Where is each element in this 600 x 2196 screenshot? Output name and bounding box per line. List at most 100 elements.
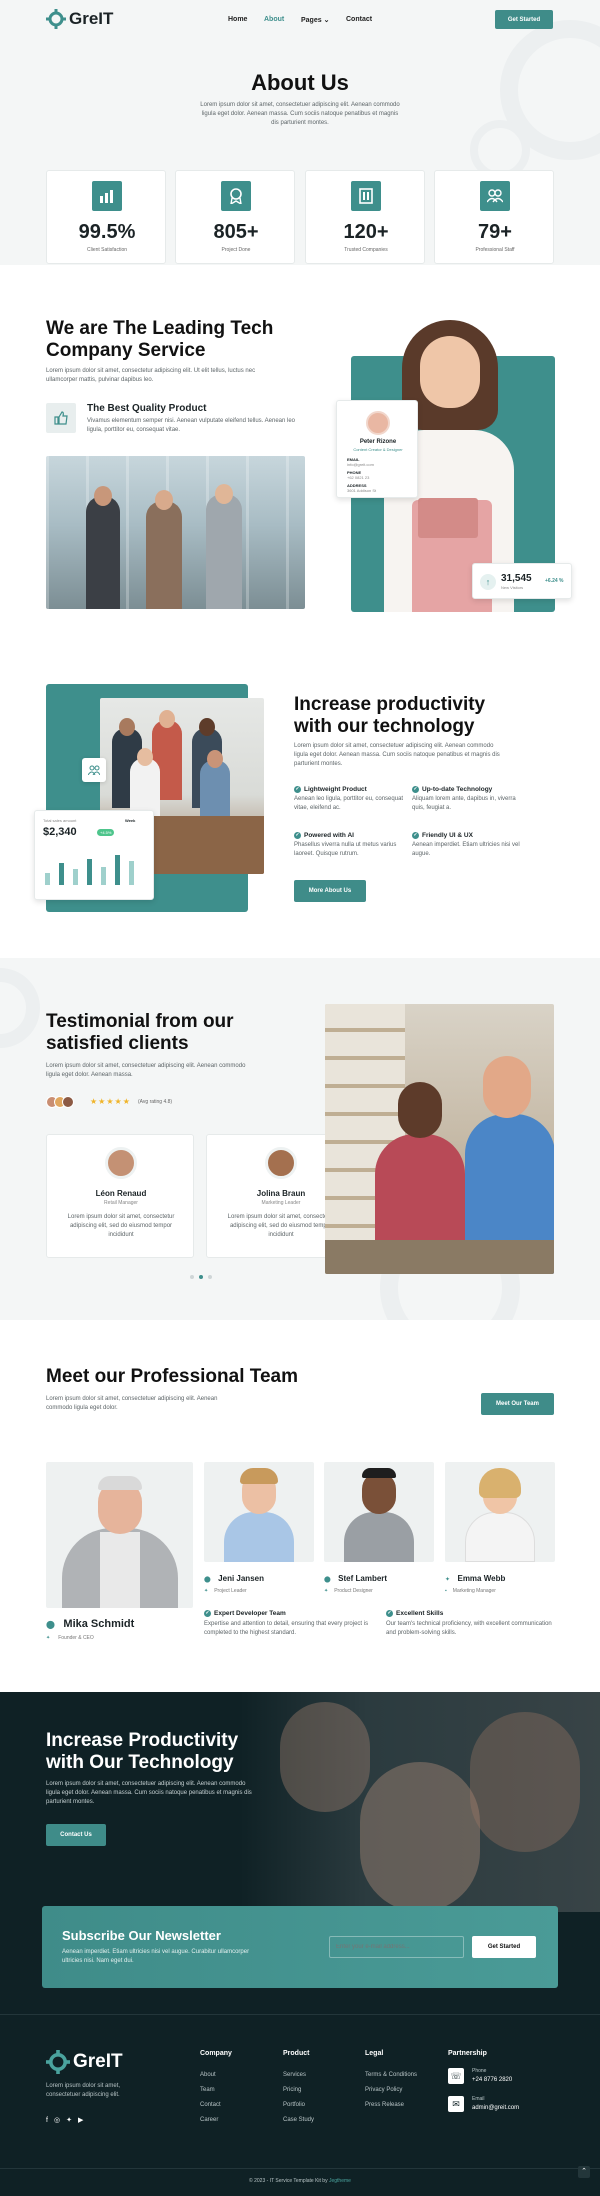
footer-link[interactable]: About — [200, 2072, 216, 2078]
carousel-dot[interactable] — [208, 1275, 212, 1279]
thumbs-up-icon — [46, 403, 76, 433]
email-label: Email — [472, 2096, 485, 2102]
team-member-photo — [324, 1462, 434, 1562]
nav-pages-label: Pages — [301, 17, 322, 24]
profile-field-value: 3601 Addison St — [347, 488, 377, 493]
team-member-photo — [445, 1462, 555, 1562]
footer-link[interactable]: Career — [200, 2117, 218, 2123]
linkedin-icon[interactable]: ▪ — [445, 1588, 447, 1594]
github-icon[interactable]: ⬤ — [204, 1577, 211, 1583]
nav-contact[interactable]: Contact — [346, 16, 372, 23]
github-icon[interactable]: ⬤ — [46, 1620, 55, 1629]
testimonial-quote: Lorem ipsum dolor sit amet, consectetur … — [67, 1214, 175, 1238]
get-started-button[interactable]: Get Started — [495, 10, 553, 29]
avatar-stack — [46, 1096, 86, 1108]
check-icon: ✓ — [204, 1610, 211, 1617]
team-title: Meet our Professional Team — [46, 1366, 298, 1387]
visitors-badge: ↑ 31,545 New Visitors +6.24 % — [472, 563, 572, 599]
twitter-icon[interactable]: ✦ — [204, 1588, 208, 1594]
footer-link[interactable]: Press Release — [365, 2102, 404, 2108]
member-name: Jeni Jansen — [218, 1574, 264, 1583]
visitors-value: 31,545 — [501, 573, 532, 584]
footer-link[interactable]: Team — [200, 2087, 215, 2093]
credit-link[interactable]: Jegtheme — [329, 2178, 351, 2184]
footer-link[interactable]: Portfolio — [283, 2102, 305, 2108]
facebook-icon[interactable]: f — [46, 2117, 54, 2124]
carousel-dot[interactable] — [190, 1275, 194, 1279]
member-name: Mika Schmidt — [63, 1618, 135, 1630]
feature-item-desc: Phasellus viverra nulla ut metus varius … — [294, 842, 397, 858]
scroll-top-button[interactable]: ⌃ — [578, 2166, 590, 2178]
feature-title: The Best Quality Product — [87, 403, 207, 414]
phone-icon: ☏ — [448, 2068, 464, 2084]
footer-link[interactable]: Pricing — [283, 2087, 301, 2093]
footer-col-title: Partnership — [448, 2050, 487, 2057]
feature-item-title: Lightweight Product — [304, 786, 367, 794]
sales-widget: Total sales amount Week $2,340 +4.5% — [34, 810, 154, 900]
widget-value: $2,340 — [43, 826, 77, 838]
productivity-description: Lorem ipsum dolor sit amet, consectetuer… — [294, 743, 500, 767]
nav-pages[interactable]: Pages ⌄ — [301, 16, 329, 24]
banner-description: Lorem ipsum dolor sit amet, consectetuer… — [46, 1781, 252, 1805]
email-input[interactable] — [329, 1936, 464, 1958]
chevron-down-icon: ⌄ — [323, 17, 330, 24]
stat-value: 99.5% — [78, 221, 136, 243]
newsletter-description: Aenean imperdiet. Etiam ultricies nisi v… — [62, 1949, 250, 1964]
carousel-dot-active[interactable] — [199, 1275, 203, 1279]
nav-about[interactable]: About — [264, 16, 284, 23]
profile-card: Peter Rizone Content Creator & Designer … — [336, 400, 418, 498]
twitter-icon[interactable]: ✦ — [324, 1588, 328, 1594]
logo[interactable]: GreIT — [46, 9, 113, 29]
more-about-us-button[interactable]: More About Us — [294, 880, 366, 902]
stat-card: 79+ Professional Staff — [434, 170, 554, 264]
skill-title: Expert Developer Team — [214, 1610, 286, 1618]
instagram-icon[interactable]: ◎ — [54, 2117, 66, 2124]
newsletter-title: Subscribe Our Newsletter — [62, 1928, 221, 1943]
copyright: © 2023 - IT Service Template Kit by Jegt… — [0, 2178, 600, 2184]
leading-description: Lorem ipsum dolor sit amet, consectetur … — [46, 368, 256, 383]
stat-card: 99.5% Client Satisfaction — [46, 170, 166, 264]
check-icon: ✓ — [294, 786, 301, 793]
footer-logo[interactable]: GreIT — [46, 2050, 123, 2074]
testimonial-quote: Lorem ipsum dolor sit amet, consectetur … — [227, 1214, 335, 1238]
nav-home[interactable]: Home — [228, 16, 247, 23]
footer-link[interactable]: Services — [283, 2072, 306, 2078]
footer-link[interactable]: Terms & Conditions — [365, 2072, 417, 2078]
skill-item: ✓ Expert Developer Team Expertise and atte… — [204, 1610, 374, 1638]
twitter-icon[interactable]: ✦ — [46, 1635, 50, 1641]
skill-desc: Our team's technical proficiency, with e… — [386, 1621, 552, 1637]
feature-item-title: Powered with AI — [304, 832, 354, 840]
member-role: Marketing Manager — [452, 1588, 496, 1594]
team-member-photo — [204, 1462, 314, 1562]
member-role: Product Designer — [334, 1588, 373, 1594]
visitors-label: New Visitors — [501, 585, 524, 590]
widget-bars — [43, 851, 147, 891]
twitter-icon[interactable]: ✦ — [445, 1577, 450, 1583]
profile-role: Content Creator & Designer — [353, 447, 403, 452]
feature-item: ✓ Up-to-date Technology Aliquam lorem ante… — [412, 786, 522, 813]
phone-value[interactable]: +24 8776 2820 — [472, 2077, 512, 2083]
footer-link[interactable]: Case Study — [283, 2117, 314, 2123]
stat-value: 120+ — [343, 221, 389, 243]
widget-period-select[interactable]: Week — [125, 818, 135, 823]
twitter-icon[interactable]: ✦ — [66, 2117, 78, 2124]
stat-label: Project Done — [221, 247, 251, 253]
feature-item: ✓ Lightweight Product Aenean leo ligula, p… — [294, 786, 404, 813]
contact-us-button[interactable]: Contact Us — [46, 1824, 106, 1846]
email-value[interactable]: admin@greit.com — [472, 2105, 519, 2111]
check-icon: ✓ — [294, 832, 301, 839]
widget-label: Total sales amount — [43, 818, 77, 823]
team-member: ⬤ Mika Schmidt ✦ Founder & CEO — [46, 1614, 134, 1641]
footer-brand-name: GreIT — [73, 2051, 123, 2072]
widget-tag: +4.5% — [97, 829, 115, 836]
newsletter-submit-button[interactable]: Get Started — [472, 1936, 536, 1958]
avatar — [265, 1147, 297, 1179]
footer-link[interactable]: Privacy Policy — [365, 2087, 402, 2093]
youtube-icon[interactable]: ▶ — [78, 2117, 89, 2124]
footer-link[interactable]: Contact — [200, 2102, 221, 2108]
profile-name: Peter Rizone — [359, 439, 397, 445]
meet-our-team-button[interactable]: Meet Our Team — [481, 1393, 554, 1415]
team-description: Lorem ipsum dolor sit amet, consectetuer… — [46, 1396, 218, 1411]
github-icon[interactable]: ⬤ — [324, 1577, 331, 1583]
skill-desc: Expertise and attention to detail, ensur… — [204, 1621, 369, 1637]
